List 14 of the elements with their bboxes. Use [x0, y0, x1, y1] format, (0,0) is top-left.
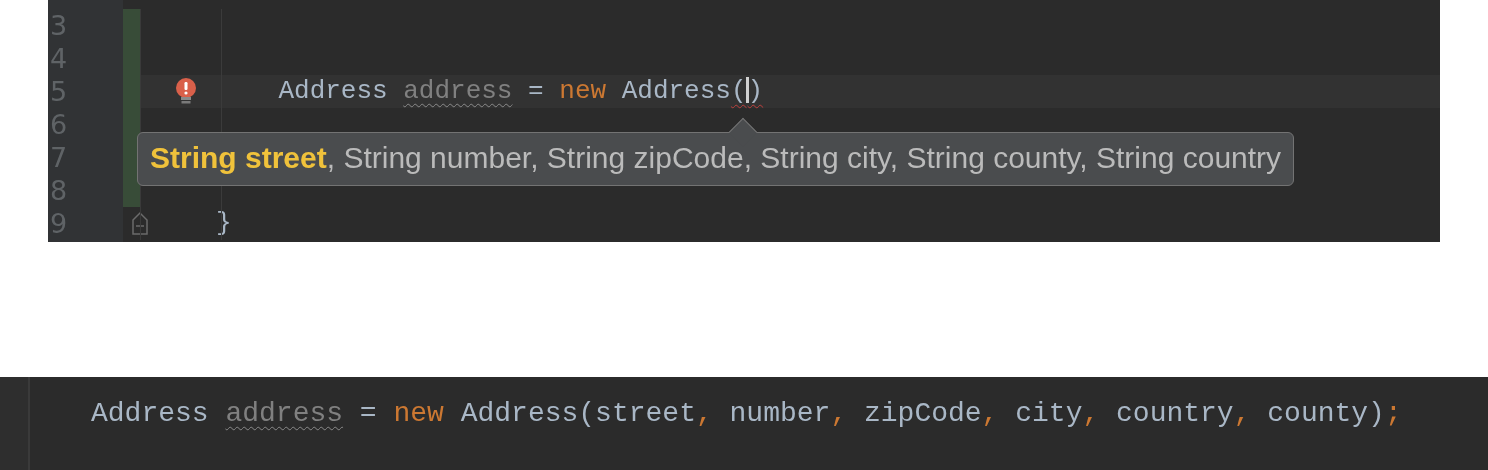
lightbulb-icon[interactable]	[174, 78, 198, 106]
parameter-name: String county	[906, 141, 1080, 174]
parameter-separator: ,	[1079, 141, 1089, 174]
parameter-name: String street	[150, 141, 327, 174]
parameter-name: String country	[1096, 141, 1282, 174]
parameter-separator: ,	[530, 141, 540, 174]
parameter-name: String zipCode	[546, 141, 744, 174]
code-line: Address address = new Address()	[278, 76, 764, 106]
parameter-name: String city	[760, 141, 890, 174]
parameter-separator: ,	[326, 141, 337, 174]
parameter-name: String number	[343, 141, 531, 174]
parameter-separator: ,	[743, 141, 753, 174]
fold-icon[interactable]	[131, 210, 149, 238]
code-line: Address address = new Address(street, number, zipCode, city, country, county);	[91, 398, 1402, 429]
